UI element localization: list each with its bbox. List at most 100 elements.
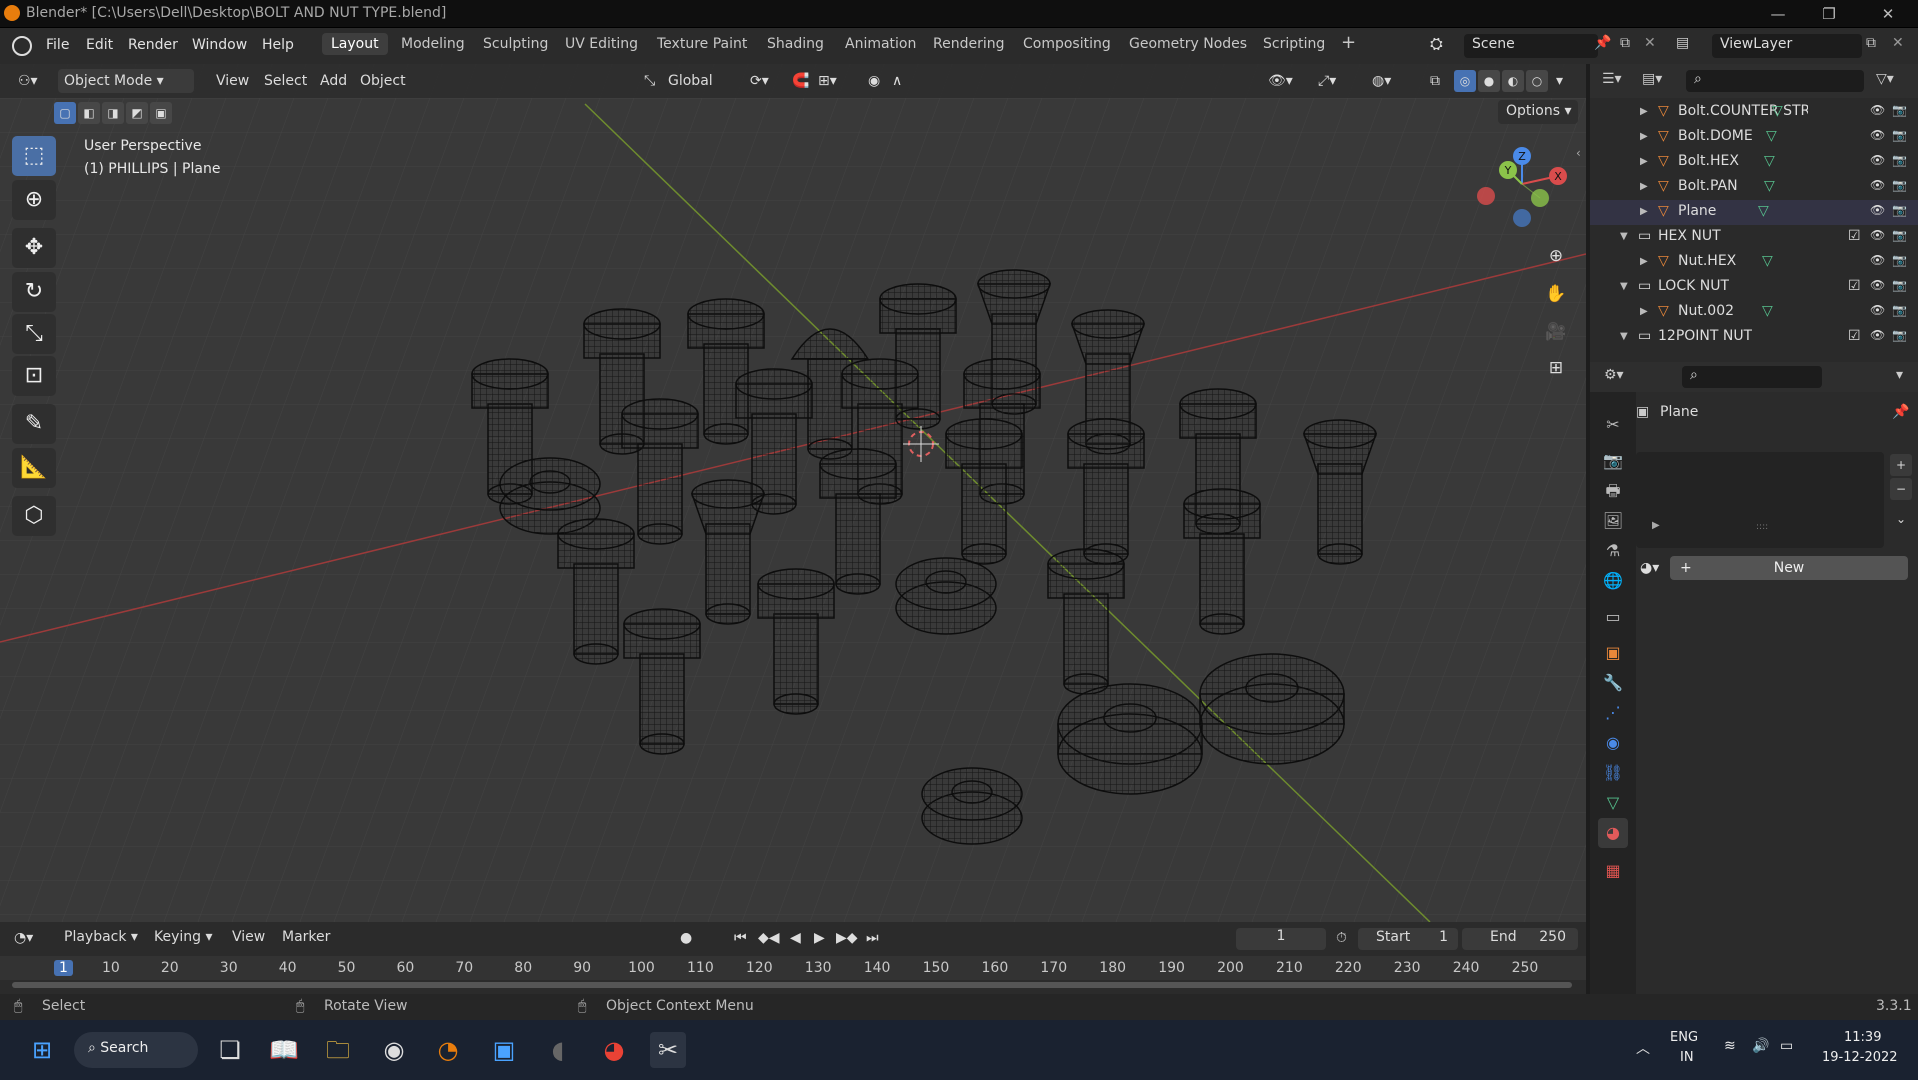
menu-help[interactable]: Help: [256, 35, 300, 55]
output-tab-icon[interactable]: 🖶: [1598, 476, 1628, 506]
file-explorer-icon[interactable]: 🗀: [320, 1032, 356, 1068]
exclude-checkbox-icon[interactable]: ☑: [1848, 228, 1861, 244]
slot-specials-button[interactable]: ⌄: [1890, 508, 1912, 530]
camera-view-icon[interactable]: 🎥: [1542, 318, 1570, 346]
display-mode-icon[interactable]: ▤▾: [1642, 71, 1662, 87]
remove-slot-button[interactable]: −: [1890, 478, 1912, 500]
tab-uv-editing[interactable]: UV Editing: [556, 33, 647, 55]
texture-tab-icon[interactable]: ▦: [1598, 856, 1628, 886]
visibility-eye-icon[interactable]: 👁: [1870, 153, 1885, 167]
mesh-data-icon[interactable]: ▽: [1766, 128, 1777, 144]
visibility-eye-icon[interactable]: 👁: [1870, 228, 1885, 242]
visibility-eye-icon[interactable]: 👁: [1870, 103, 1885, 117]
mode-dropdown[interactable]: Object Mode ▾: [58, 69, 194, 93]
disclosure-arrow-icon[interactable]: ▶: [1640, 256, 1648, 267]
collapse-arrow-icon[interactable]: ‹: [1576, 146, 1581, 160]
proportional-edit-icon[interactable]: ◉: [862, 69, 886, 93]
obs-icon[interactable]: ◉: [376, 1032, 412, 1068]
windows-start-icon[interactable]: ⊞: [24, 1032, 60, 1068]
tray-expand-icon[interactable]: ︿: [1636, 1038, 1650, 1058]
outliner-row[interactable]: ▶ ▽ Plane ▽ 👁 📷: [1590, 200, 1918, 225]
app-icon-1[interactable]: 📖: [266, 1032, 302, 1068]
rendered-shading-icon[interactable]: ○: [1526, 70, 1548, 92]
render-camera-icon[interactable]: 📷: [1892, 328, 1907, 342]
mesh-data-icon[interactable]: ▽: [1764, 178, 1775, 194]
constraints-tab-icon[interactable]: ⛓: [1598, 758, 1628, 788]
particles-tab-icon[interactable]: ⋰: [1598, 698, 1628, 728]
properties-editor-icon[interactable]: ⚙▾: [1604, 367, 1624, 383]
mesh-data-icon[interactable]: ▽: [1762, 253, 1773, 269]
chrome-icon[interactable]: ◕: [596, 1032, 632, 1068]
select-invert-icon[interactable]: ◩: [126, 102, 148, 124]
render-tab-icon[interactable]: 📷: [1598, 446, 1628, 476]
select-extend-icon[interactable]: ◧: [78, 102, 100, 124]
zoom-icon[interactable]: ⊕: [1542, 242, 1570, 270]
view-layer-tab-icon[interactable]: 🖼: [1598, 506, 1628, 536]
menu-object[interactable]: Object: [354, 69, 412, 93]
outliner-row[interactable]: ▶ ▽ Bolt.HEX ▽ 👁 📷: [1590, 150, 1918, 175]
data-tab-icon[interactable]: ▽: [1598, 788, 1628, 818]
outliner-row[interactable]: ▼ ▭ 12POINT NUT ☑ 👁 📷: [1590, 325, 1918, 350]
tab-geometry-nodes[interactable]: Geometry Nodes: [1120, 33, 1256, 55]
disclosure-arrow-icon[interactable]: ▼: [1620, 231, 1628, 242]
blender-menu-icon[interactable]: [12, 36, 32, 56]
expand-arrow-icon[interactable]: ▶: [1652, 520, 1660, 531]
select-subtract-icon[interactable]: ◨: [102, 102, 124, 124]
render-camera-icon[interactable]: 📷: [1892, 278, 1907, 292]
material-browse-icon[interactable]: ◕▾: [1640, 560, 1659, 576]
menu-add[interactable]: Add: [314, 69, 353, 93]
new-material-button[interactable]: + New: [1670, 556, 1908, 580]
tab-scripting[interactable]: Scripting: [1254, 33, 1334, 55]
render-camera-icon[interactable]: 📷: [1892, 203, 1907, 217]
tab-animation[interactable]: Animation: [836, 33, 925, 55]
pan-hand-icon[interactable]: ✋: [1542, 280, 1570, 308]
outliner-editor-icon[interactable]: ☰▾: [1602, 71, 1622, 87]
outliner-row[interactable]: ▶▽Bolt.COUNTER STRIKE▽👁📷: [1590, 100, 1918, 125]
filter-icon[interactable]: ▽▾: [1876, 71, 1894, 87]
visibility-eye-icon[interactable]: 👁: [1870, 203, 1885, 217]
outliner-row[interactable]: ▶ ▽ Nut.002 ▽ 👁 📷: [1590, 300, 1918, 325]
world-tab-icon[interactable]: 🌐: [1598, 566, 1628, 596]
clock-time[interactable]: 11:39: [1844, 1030, 1881, 1045]
visibility-eye-icon[interactable]: 👁: [1870, 303, 1885, 317]
outliner-search[interactable]: ⌕: [1686, 70, 1864, 92]
visibility-eye-icon[interactable]: 👁: [1870, 178, 1885, 192]
app-icon-2[interactable]: ◖: [540, 1032, 576, 1068]
mesh-data-icon[interactable]: ▽: [1762, 303, 1773, 319]
volume-icon[interactable]: 🔊: [1752, 1038, 1769, 1054]
outliner-row[interactable]: ▼ ▭ LOCK NUT ☑ 👁 📷: [1590, 275, 1918, 300]
gizmo-icon[interactable]: ⤢▾: [1312, 69, 1342, 93]
render-camera-icon[interactable]: 📷: [1892, 253, 1907, 267]
orientation-dropdown[interactable]: Global: [662, 69, 719, 93]
visibility-eye-icon[interactable]: 👁: [1870, 253, 1885, 267]
render-camera-icon[interactable]: 📷: [1892, 178, 1907, 192]
snipping-tool-icon[interactable]: ✂: [650, 1032, 686, 1068]
pin-icon[interactable]: 📌: [1892, 404, 1909, 420]
disclosure-arrow-icon[interactable]: ▼: [1620, 331, 1628, 342]
tab-compositing[interactable]: Compositing: [1014, 33, 1120, 55]
scene-selector-icon[interactable]: ⛭: [1430, 34, 1443, 54]
minimize-button[interactable]: —: [1756, 2, 1800, 26]
add-workspace-icon[interactable]: +: [1332, 29, 1365, 56]
outliner-row[interactable]: ▼ ▭ HEX NUT ☑ 👁 📷: [1590, 225, 1918, 250]
tab-layout[interactable]: Layout: [322, 33, 388, 55]
solid-shading-icon[interactable]: ●: [1478, 70, 1500, 92]
object-tab-icon[interactable]: ▣: [1598, 638, 1628, 668]
annotate-tool[interactable]: ✎: [12, 404, 56, 444]
tab-rendering[interactable]: Rendering: [924, 33, 1014, 55]
measure-tool[interactable]: 📐: [12, 448, 56, 488]
editor-type-icon[interactable]: ⚇▾: [12, 69, 44, 93]
outliner-row[interactable]: ▶ ▽ Nut.HEX ▽ 👁 📷: [1590, 250, 1918, 275]
transform-orientation-icon[interactable]: ⤡: [638, 69, 661, 93]
outliner-row[interactable]: ▶ ▽ Bolt.DOME ▽ 👁 📷: [1590, 125, 1918, 150]
falloff-icon[interactable]: ∧: [886, 69, 908, 93]
add-cube-tool[interactable]: ⬡: [12, 496, 56, 536]
resize-handle-icon[interactable]: ::::: [1756, 522, 1768, 532]
view-layer-icon[interactable]: ▤: [1676, 35, 1689, 51]
scene-field[interactable]: Scene: [1464, 34, 1598, 58]
select-box-tool[interactable]: ⬚: [12, 136, 56, 176]
timeline-scrollbar[interactable]: [12, 982, 1572, 988]
select-new-icon[interactable]: ▢: [54, 102, 76, 124]
menu-window[interactable]: Window: [186, 35, 253, 55]
tab-shading[interactable]: Shading: [758, 33, 833, 55]
